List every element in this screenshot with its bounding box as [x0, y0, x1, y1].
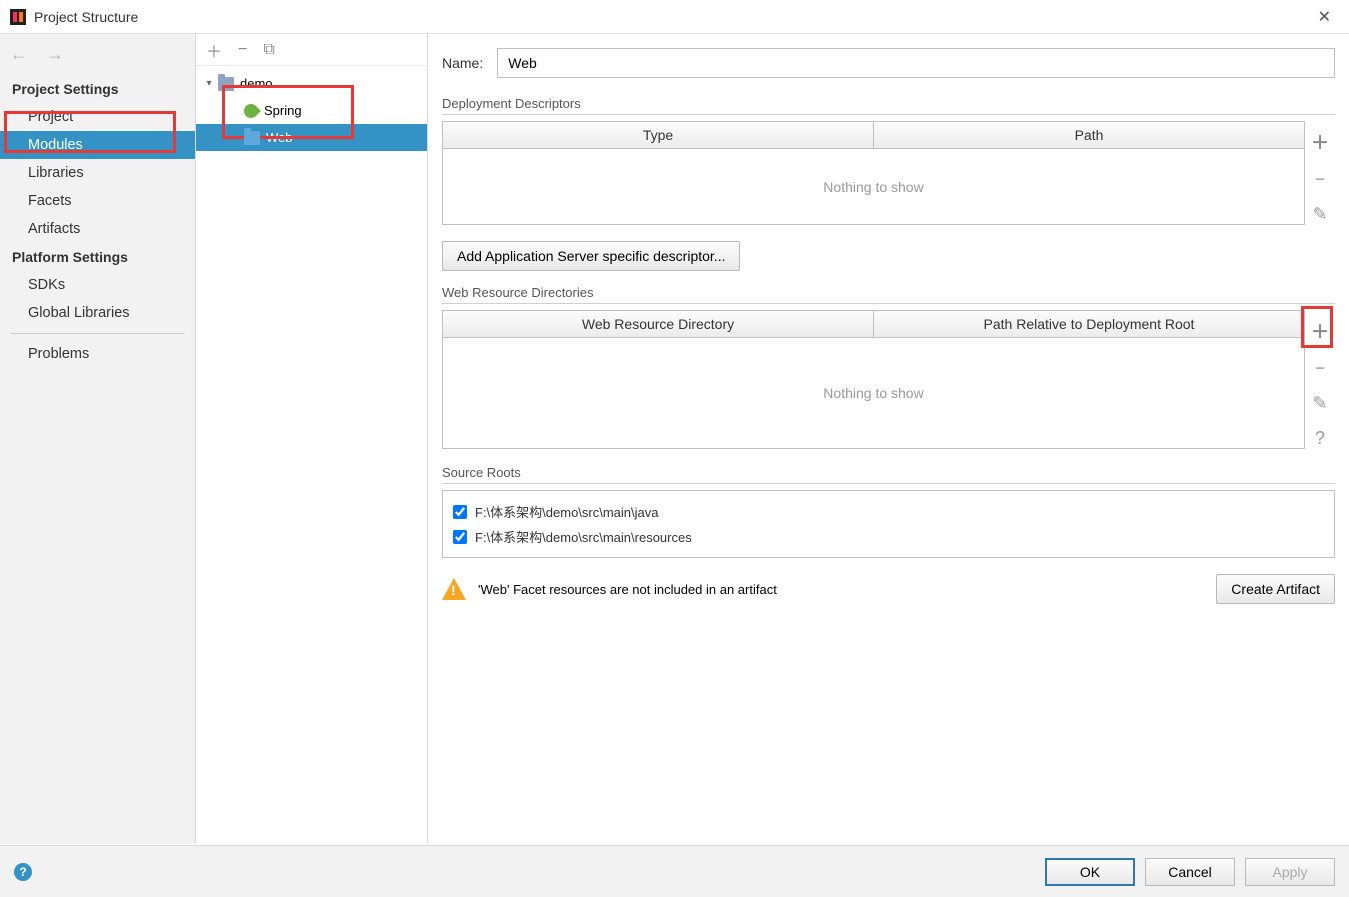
spring-icon: [241, 101, 261, 121]
close-icon[interactable]: ✕: [1310, 7, 1339, 27]
divider: [10, 333, 185, 334]
source-roots-title: Source Roots: [442, 465, 1335, 484]
wrd-add-icon[interactable]: ＋: [1311, 322, 1329, 342]
dd-header-path[interactable]: Path: [874, 122, 1304, 148]
tree-spring[interactable]: Spring: [196, 97, 427, 124]
chevron-down-icon[interactable]: ▾: [202, 78, 216, 89]
help-icon[interactable]: ?: [14, 863, 32, 881]
dd-empty-text: Nothing to show: [443, 149, 1304, 224]
dd-section-title: Deployment Descriptors: [442, 96, 1335, 115]
nav-project[interactable]: Project: [0, 103, 195, 131]
web-folder-icon: [244, 131, 260, 145]
nav-libraries[interactable]: Libraries: [0, 159, 195, 187]
tree-label: demo: [240, 76, 273, 91]
wrd-edit-icon: ✎: [1312, 393, 1327, 414]
name-label: Name:: [442, 55, 483, 71]
ok-button[interactable]: OK: [1045, 858, 1135, 886]
dd-edit-icon: ✎: [1312, 204, 1327, 225]
copy-icon[interactable]: ⧉: [263, 41, 274, 59]
section-platform-settings: Platform Settings: [0, 243, 195, 271]
source-root-row[interactable]: F:\体系架构\demo\src\main\java: [453, 499, 1324, 524]
apply-button: Apply: [1245, 858, 1335, 886]
wrd-header-dir[interactable]: Web Resource Directory: [443, 311, 874, 337]
dialog-footer: ? OK Cancel Apply: [0, 845, 1349, 897]
wrd-header-path[interactable]: Path Relative to Deployment Root: [874, 311, 1304, 337]
tree-label: Spring: [264, 103, 302, 118]
cancel-button[interactable]: Cancel: [1145, 858, 1235, 886]
remove-module-icon[interactable]: −: [238, 41, 247, 59]
nav-global-libraries[interactable]: Global Libraries: [0, 299, 195, 327]
nav-artifacts[interactable]: Artifacts: [0, 215, 195, 243]
window-title: Project Structure: [34, 9, 138, 25]
nav-modules[interactable]: Modules: [0, 131, 195, 159]
source-root-path: F:\体系架构\demo\src\main\java: [475, 502, 659, 521]
nav-facets[interactable]: Facets: [0, 187, 195, 215]
wrd-section-title: Web Resource Directories: [442, 285, 1335, 304]
settings-sidebar: ← → Project Settings Project Modules Lib…: [0, 34, 196, 844]
source-root-checkbox[interactable]: [453, 530, 467, 544]
forward-icon[interactable]: →: [46, 44, 64, 65]
warning-icon: [442, 578, 466, 600]
add-module-icon[interactable]: ＋: [206, 38, 222, 62]
back-icon[interactable]: ←: [10, 44, 28, 65]
tree-label: Web: [266, 130, 293, 145]
tree-web[interactable]: Web: [196, 124, 427, 151]
source-root-row[interactable]: F:\体系架构\demo\src\main\resources: [453, 524, 1324, 549]
nav-sdks[interactable]: SDKs: [0, 271, 195, 299]
facet-config-panel: Name: Deployment Descriptors Type Path N…: [428, 34, 1349, 844]
dd-header-type[interactable]: Type: [443, 122, 874, 148]
create-artifact-button[interactable]: Create Artifact: [1216, 574, 1335, 604]
folder-icon: [218, 77, 234, 91]
tree-root-demo[interactable]: ▾ demo: [196, 70, 427, 97]
source-roots-box: F:\体系架构\demo\src\main\java F:\体系架构\demo\…: [442, 490, 1335, 558]
titlebar: Project Structure ✕: [0, 0, 1349, 34]
app-icon: [10, 9, 26, 25]
warning-text: 'Web' Facet resources are not included i…: [478, 582, 777, 597]
wrd-empty-text: Nothing to show: [443, 338, 1304, 448]
dd-table: Type Path Nothing to show: [442, 121, 1305, 225]
name-input[interactable]: [497, 48, 1335, 78]
dd-add-icon[interactable]: ＋: [1311, 129, 1329, 155]
dd-remove-icon: −: [1315, 169, 1326, 190]
source-root-checkbox[interactable]: [453, 505, 467, 519]
section-project-settings: Project Settings: [0, 75, 195, 103]
source-root-path: F:\体系架构\demo\src\main\resources: [475, 527, 692, 546]
nav-problems[interactable]: Problems: [0, 340, 195, 368]
modules-tree-panel: ＋ − ⧉ ▾ demo Spring Web: [196, 34, 428, 844]
add-descriptor-button[interactable]: Add Application Server specific descript…: [442, 241, 740, 271]
wrd-remove-icon: −: [1315, 358, 1326, 379]
wrd-help-icon[interactable]: ?: [1315, 428, 1325, 449]
wrd-table: Web Resource Directory Path Relative to …: [442, 310, 1305, 449]
